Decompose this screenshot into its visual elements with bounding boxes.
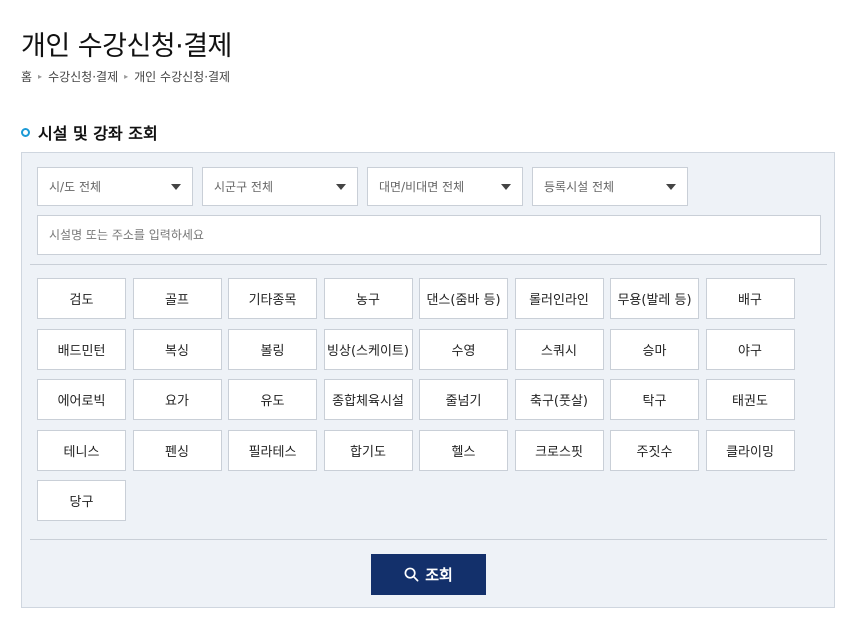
dropdown-caret-icon xyxy=(336,183,346,190)
breadcrumb-separator-icon: ▸ xyxy=(124,72,129,81)
sport-category-button[interactable]: 복싱 xyxy=(132,328,222,370)
breadcrumb-enrollment[interactable]: 수강신청·결제 xyxy=(48,68,118,85)
sport-category-button[interactable]: 기타종목 xyxy=(228,278,317,319)
search-submit-button[interactable]: 조회 xyxy=(371,554,486,595)
sport-category-button[interactable]: 댄스(줌바 등) xyxy=(419,278,508,319)
sport-category-button[interactable]: 수영 xyxy=(419,328,508,370)
sport-category-button[interactable]: 무용(발레 등) xyxy=(610,278,699,319)
breadcrumb-separator-icon: ▸ xyxy=(38,72,43,81)
sport-category-button[interactable]: 검도 xyxy=(37,278,126,319)
sport-category-button[interactable]: 배구 xyxy=(705,278,795,319)
sport-category-button[interactable]: 에어로빅 xyxy=(37,379,126,420)
dropdown-caret-icon xyxy=(171,183,181,190)
section-header: 시설 및 강좌 조회 xyxy=(21,120,158,144)
search-panel: 시/도 전체 시군구 전체 대면/비대면 전체 등록시설 전체 검도골프기타종목… xyxy=(21,152,835,608)
sport-category-button[interactable]: 골프 xyxy=(132,278,222,319)
breadcrumb: 홈 ▸ 수강신청·결제 ▸ 개인 수강신청·결제 xyxy=(21,68,230,85)
sport-category-button[interactable]: 볼링 xyxy=(228,328,317,370)
sport-category-button[interactable]: 태권도 xyxy=(705,379,795,420)
sport-category-button[interactable]: 요가 xyxy=(132,379,222,420)
page-title: 개인 수강신청·결제 xyxy=(21,31,232,62)
district-select-value: 시군구 전체 xyxy=(214,180,274,194)
district-select[interactable]: 시군구 전체 xyxy=(202,167,358,206)
region-select-value: 시/도 전체 xyxy=(49,180,102,194)
sport-category-button[interactable]: 필라테스 xyxy=(228,429,317,471)
facility-select-value: 등록시설 전체 xyxy=(544,180,615,194)
facility-select[interactable]: 등록시설 전체 xyxy=(532,167,688,206)
breadcrumb-current: 개인 수강신청·결제 xyxy=(134,70,231,84)
sport-category-button[interactable]: 야구 xyxy=(705,328,795,370)
sport-category-button[interactable]: 주짓수 xyxy=(610,429,699,471)
dropdown-caret-icon xyxy=(501,183,511,190)
sport-category-button[interactable]: 승마 xyxy=(610,328,699,370)
dropdown-caret-icon xyxy=(666,183,676,190)
facility-search-input[interactable] xyxy=(37,215,821,255)
search-submit-label: 조회 xyxy=(425,567,453,584)
divider xyxy=(30,264,827,265)
sport-category-button[interactable]: 스쿼시 xyxy=(514,328,604,370)
sport-category-button[interactable]: 펜싱 xyxy=(132,429,222,471)
sport-category-button[interactable]: 테니스 xyxy=(37,429,126,471)
bullet-circle-icon xyxy=(21,127,30,137)
inperson-select-value: 대면/비대면 전체 xyxy=(379,180,465,194)
filter-selects: 시/도 전체 시군구 전체 대면/비대면 전체 등록시설 전체 xyxy=(37,167,697,206)
sport-category-button[interactable]: 크로스핏 xyxy=(514,429,604,471)
breadcrumb-home[interactable]: 홈 xyxy=(21,68,32,85)
sport-category-button[interactable]: 클라이밍 xyxy=(705,429,795,471)
sport-category-button[interactable]: 합기도 xyxy=(323,429,413,471)
sport-category-button[interactable]: 빙상(스케이트) xyxy=(323,328,413,370)
sport-category-button[interactable]: 농구 xyxy=(323,278,413,319)
sport-category-button[interactable]: 종합체육시설 xyxy=(323,379,413,420)
search-icon xyxy=(404,567,419,582)
sport-category-button[interactable]: 헬스 xyxy=(419,429,508,471)
sport-category-button[interactable]: 당구 xyxy=(37,480,126,521)
sport-category-button[interactable]: 롤러인라인 xyxy=(514,278,604,319)
region-select[interactable]: 시/도 전체 xyxy=(37,167,193,206)
inperson-select[interactable]: 대면/비대면 전체 xyxy=(367,167,523,206)
sport-category-button[interactable]: 줄넘기 xyxy=(419,379,508,420)
section-title: 시설 및 강좌 조회 xyxy=(38,124,158,143)
divider xyxy=(30,539,827,540)
sport-category-button[interactable]: 탁구 xyxy=(610,379,699,420)
sport-category-button[interactable]: 축구(풋살) xyxy=(514,379,604,420)
sport-category-button[interactable]: 배드민턴 xyxy=(37,328,126,370)
sport-category-button[interactable]: 유도 xyxy=(228,379,317,420)
